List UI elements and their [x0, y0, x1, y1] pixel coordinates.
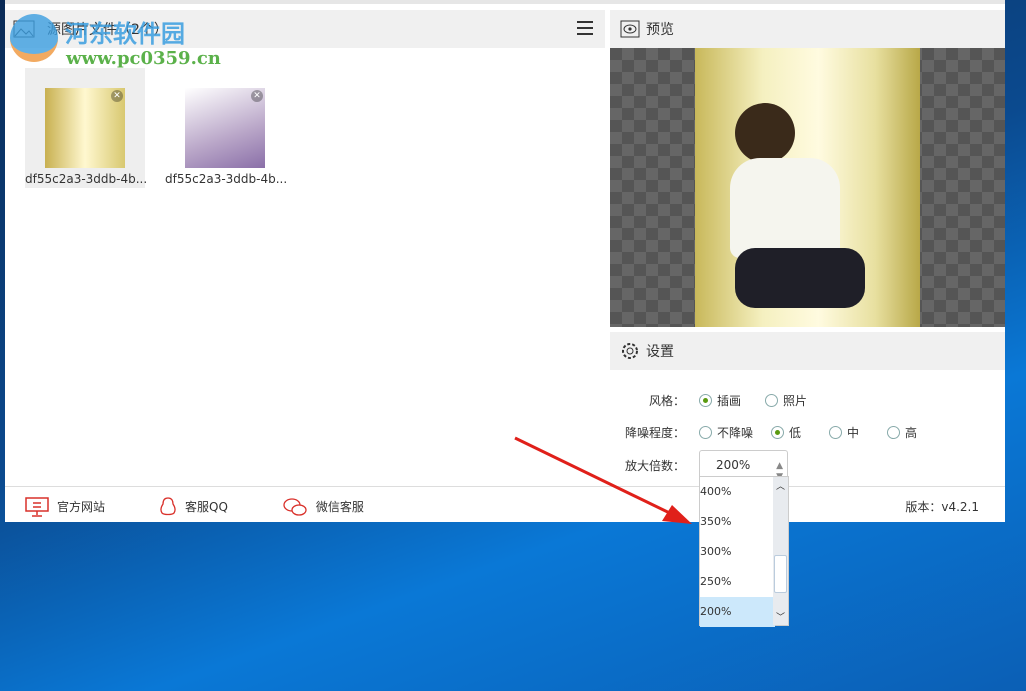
dropdown-scrollbar[interactable]: ︿ ﹀: [773, 477, 788, 625]
dropdown-option-selected[interactable]: 200%: [700, 597, 775, 627]
red-arrow-annotation: [514, 436, 692, 524]
dropdown-option[interactable]: 250%: [700, 567, 775, 597]
dropdown-option[interactable]: 400%: [700, 477, 775, 507]
scroll-up-icon[interactable]: ︿: [776, 479, 785, 492]
scale-dropdown-list[interactable]: 400% 350% 300% 250% 200% ︿ ﹀: [699, 476, 789, 627]
scrollbar-thumb[interactable]: [774, 555, 787, 593]
dropdown-option[interactable]: 350%: [700, 507, 775, 537]
dropdown-option[interactable]: 300%: [700, 537, 775, 567]
scroll-down-icon[interactable]: ﹀: [776, 610, 785, 623]
